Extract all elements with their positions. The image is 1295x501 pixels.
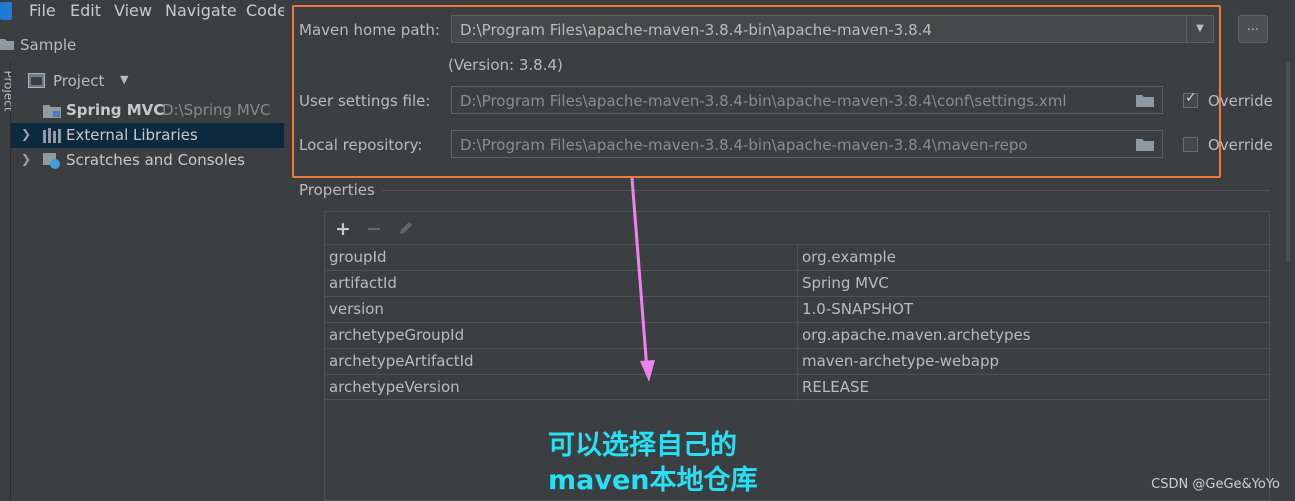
annotation-line-1: 可以选择自己的 bbox=[548, 430, 737, 461]
annotation-line-2: maven本地仓库 bbox=[548, 465, 758, 496]
watermark: CSDN @GeGe&YoYo bbox=[1151, 477, 1280, 492]
